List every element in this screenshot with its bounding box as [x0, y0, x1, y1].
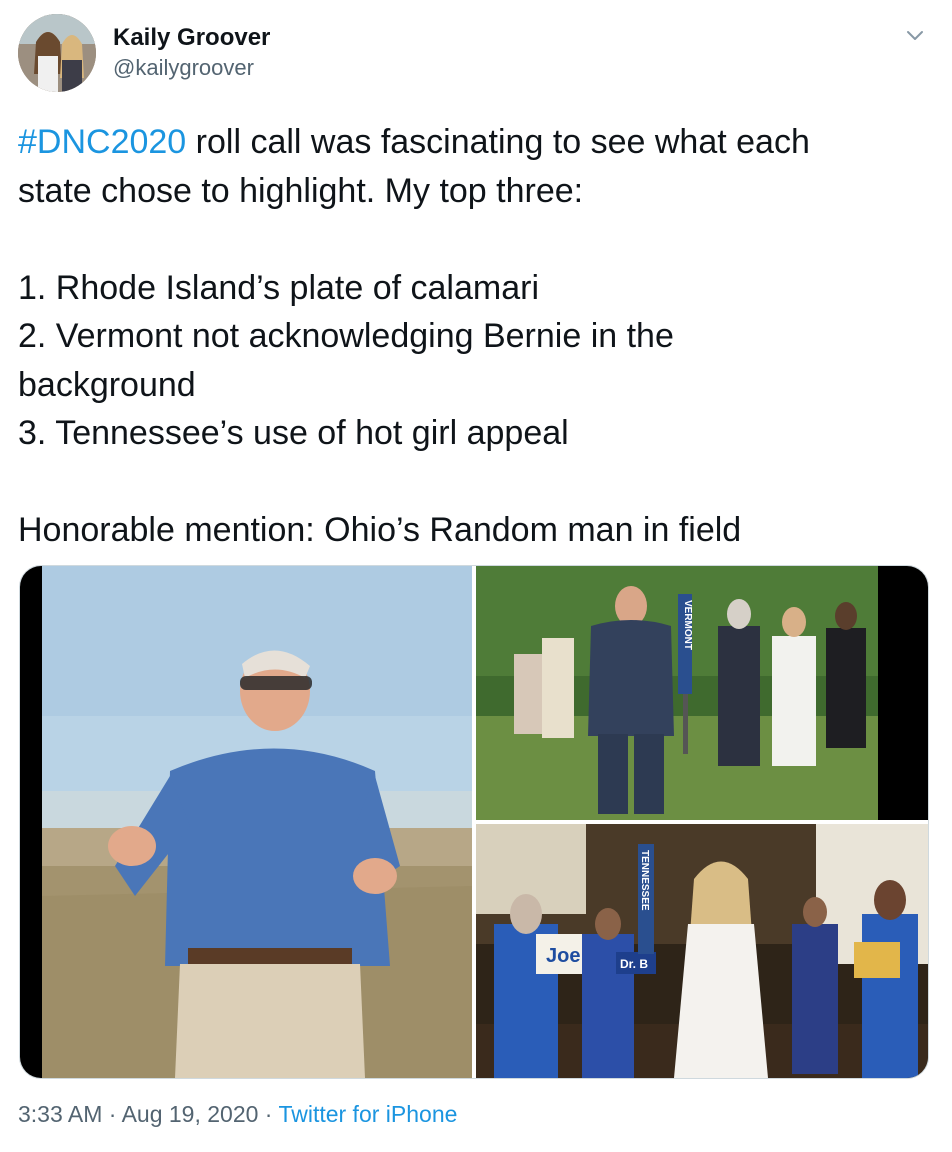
hashtag-link[interactable]: #DNC2020 [18, 123, 186, 161]
media-photo-tennessee[interactable]: Joe Dr. B TENNESSEE [476, 824, 928, 1078]
user-handle[interactable]: @kailygroover [113, 55, 254, 81]
tweet-list-item: 2. Vermont not acknowledging Bernie in t… [18, 317, 674, 355]
dr-sign: Dr. B [620, 957, 648, 971]
tweet-line-text: roll call was fascinating to see what ea… [186, 123, 810, 161]
tweet-time[interactable]: 3:33 AM [18, 1101, 102, 1127]
media-grid: VERMONT Joe Dr. B TENNESSEE [19, 565, 929, 1079]
chevron-down-icon[interactable] [902, 22, 928, 48]
avatar[interactable] [18, 14, 96, 92]
vermont-sign: VERMONT [682, 600, 693, 650]
tweet-date[interactable]: Aug 19, 2020 [122, 1101, 259, 1127]
tweet-line: #DNC2020 roll call was fascinating to se… [18, 118, 918, 167]
tweet-list-item-continued: background [18, 365, 196, 404]
tweet-meta: 3:33 AM · Aug 19, 2020 · Twitter for iPh… [18, 1101, 457, 1128]
joe-sign: Joe [546, 945, 580, 967]
tweet-honorable-mention: Honorable mention: Ohio’s Random man in … [18, 511, 742, 549]
meta-separator: · [102, 1101, 122, 1127]
user-display-name[interactable]: Kaily Groover [113, 24, 270, 52]
tennessee-sign: TENNESSEE [639, 850, 650, 911]
media-photo-ohio[interactable] [20, 566, 472, 1078]
tweet-list-item: 3. Tennessee’s use of hot girl appeal [18, 414, 569, 452]
tweet-line: state chose to highlight. My top three: [18, 171, 584, 210]
tweet-source-link[interactable]: Twitter for iPhone [278, 1101, 457, 1127]
meta-separator: · [258, 1101, 279, 1127]
media-photo-vermont[interactable]: VERMONT [476, 566, 928, 820]
tweet-text: #DNC2020 roll call was fascinating to se… [18, 118, 918, 555]
tweet-list-item: 1. Rhode Island’s plate of calamari [18, 268, 540, 307]
